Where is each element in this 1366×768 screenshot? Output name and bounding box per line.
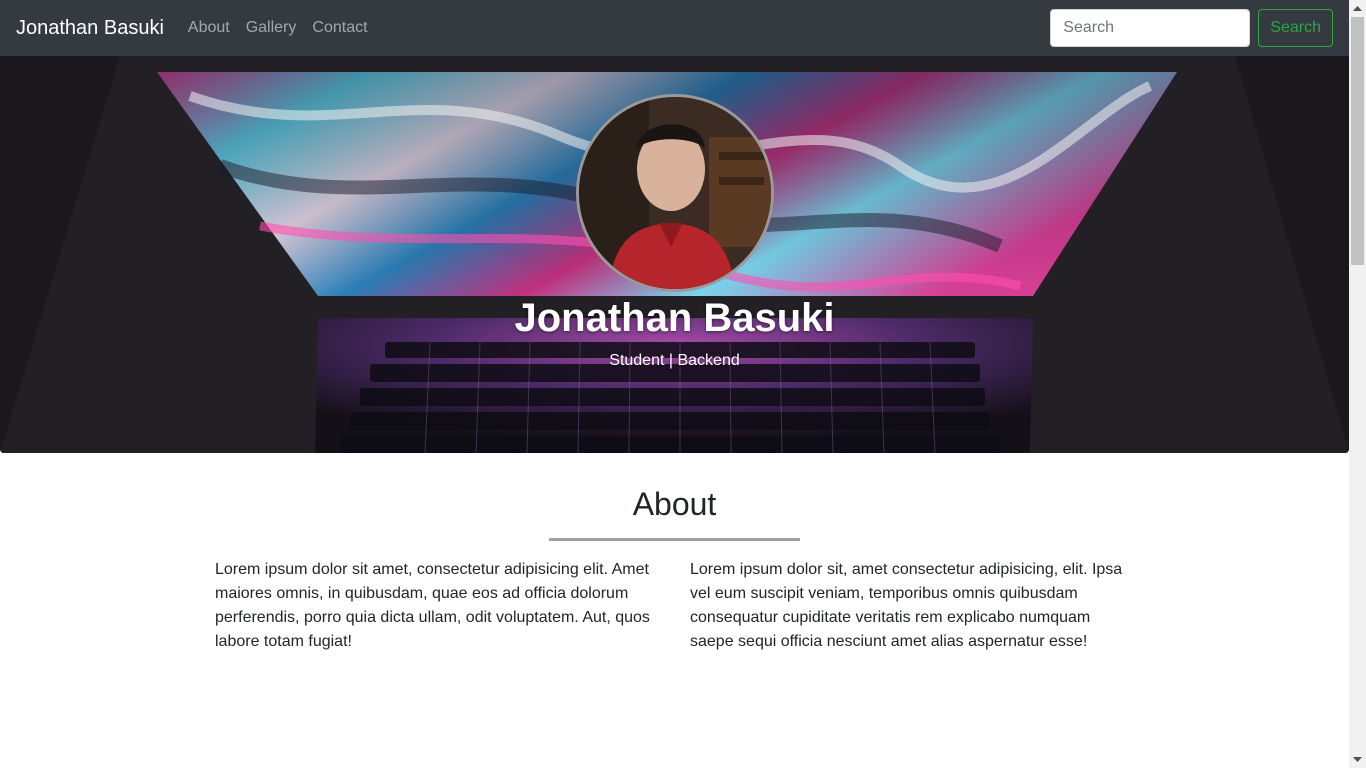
about-divider <box>549 538 800 541</box>
scrollbar-thumb[interactable] <box>1351 17 1364 265</box>
hero-banner: Jonathan Basuki Student | Backend <box>0 56 1349 453</box>
triangle-down-icon[interactable] <box>1349 751 1366 768</box>
profile-photo-image <box>579 97 771 289</box>
nav-link-gallery[interactable]: Gallery <box>238 19 305 37</box>
search-form: Search <box>1050 9 1333 47</box>
navbar: Jonathan Basuki About Gallery Contact Se… <box>0 0 1349 56</box>
nav-links: About Gallery Contact <box>188 19 376 37</box>
hero-subtitle: Student | Backend <box>609 352 740 369</box>
search-button[interactable]: Search <box>1258 9 1333 47</box>
vertical-scrollbar[interactable] <box>1349 0 1366 768</box>
profile-photo <box>576 94 774 292</box>
triangle-up-icon[interactable] <box>1349 0 1366 17</box>
about-paragraph-right: Lorem ipsum dolor sit, amet consectetur … <box>690 561 1123 650</box>
about-title: About <box>632 486 717 522</box>
nav-link-contact[interactable]: Contact <box>304 19 375 37</box>
page: Jonathan Basuki About Gallery Contact Se… <box>0 0 1349 768</box>
about-paragraph-left: Lorem ipsum dolor sit amet, consectetur … <box>215 561 650 650</box>
hero-name: Jonathan Basuki <box>514 296 835 340</box>
search-input[interactable] <box>1050 9 1251 47</box>
nav-link-about[interactable]: About <box>188 19 238 37</box>
navbar-brand[interactable]: Jonathan Basuki <box>16 17 164 40</box>
